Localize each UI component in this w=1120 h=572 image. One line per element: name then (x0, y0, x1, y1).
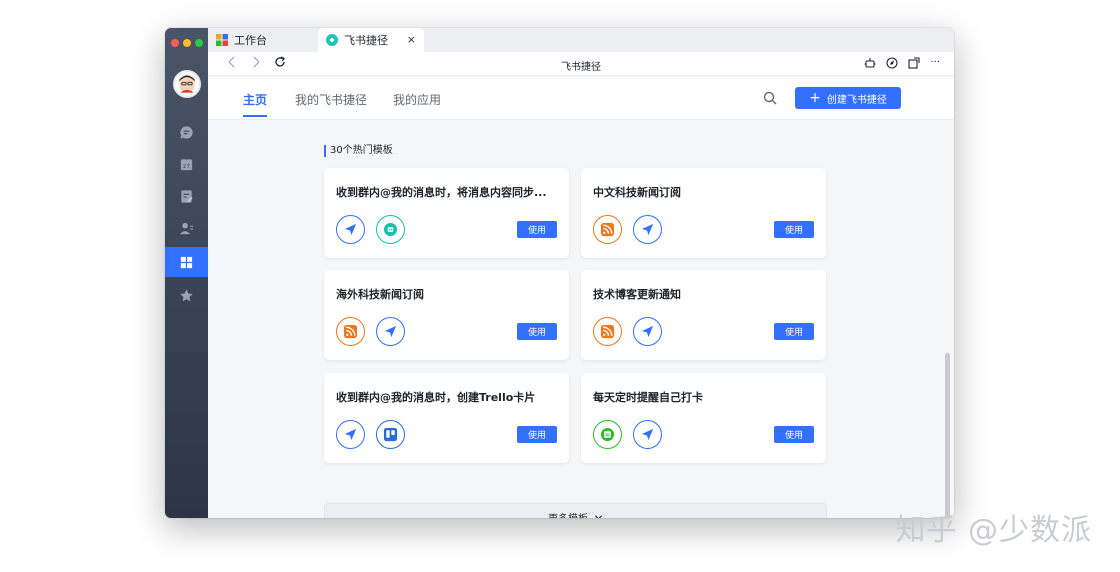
nav-bar: 飞书捷径 ··· (208, 52, 954, 76)
template-icons (593, 215, 662, 244)
robot-icon[interactable] (864, 57, 876, 69)
tab-workplace[interactable]: 工作台 (216, 28, 316, 52)
page-title: 飞书捷径 (561, 62, 601, 73)
template-title: 中文科技新闻订阅 (593, 186, 681, 199)
template-title: 收到群内@我的消息时，创建Trello卡片 (336, 391, 536, 404)
template-card[interactable]: 海外科技新闻订阅 使用 (324, 270, 569, 360)
docs-icon (181, 189, 193, 203)
avatar[interactable] (173, 70, 201, 98)
favorites-icon (180, 288, 193, 301)
send-icon (376, 317, 405, 346)
template-icons (336, 317, 405, 346)
close-tab-icon[interactable]: × (407, 33, 416, 46)
contacts-icon (179, 222, 194, 234)
template-title: 技术博客更新通知 (593, 288, 681, 301)
rss-icon (593, 317, 622, 346)
send-icon (336, 420, 365, 449)
more-icon[interactable]: ··· (930, 57, 940, 69)
calendar-icon (593, 420, 622, 449)
use-template-button[interactable]: 使用 (517, 221, 557, 238)
send-icon (336, 215, 365, 244)
avatar-face-icon (179, 75, 195, 93)
use-template-button[interactable]: 使用 (517, 323, 557, 340)
app-window: 27 工作台 飞书捷径 × 飞书捷径 ··· 主页 我的飞书捷径 我的应用 + … (165, 28, 954, 518)
sidebar-item-favorites[interactable] (165, 280, 208, 310)
chat-icon (180, 125, 193, 139)
chevron-down-icon (594, 514, 603, 518)
template-icons (336, 215, 405, 244)
workplace-icon (180, 256, 193, 268)
close-window-button[interactable] (171, 39, 179, 47)
nav-actions: ··· (864, 57, 940, 69)
main-content: 30个热门模板 收到群内@我的消息时，将消息内容同步... 使用 中文科技新闻订… (208, 121, 954, 518)
send-icon (633, 317, 662, 346)
template-card[interactable]: 中文科技新闻订阅 使用 (581, 168, 826, 258)
search-icon[interactable] (763, 91, 777, 105)
more-templates-button[interactable]: 更多模板 (324, 503, 827, 518)
use-template-button[interactable]: 使用 (517, 426, 557, 443)
template-icons (336, 420, 405, 449)
sidebar-item-workplace[interactable] (165, 247, 208, 277)
sidebar-item-docs[interactable] (165, 181, 208, 211)
tab-my-shortcuts[interactable]: 我的飞书捷径 (295, 91, 367, 108)
app-header: 主页 我的飞书捷径 我的应用 + 创建飞书捷径 (208, 77, 954, 120)
maximize-window-button[interactable] (195, 39, 203, 47)
open-window-icon[interactable] (908, 57, 921, 69)
tab-label: 工作台 (234, 34, 267, 47)
template-card[interactable]: 收到群内@我的消息时，将消息内容同步... 使用 (324, 168, 569, 258)
calendar-icon: 27 (180, 158, 193, 170)
template-title: 海外科技新闻订阅 (336, 288, 424, 301)
tab-label: 飞书捷径 (344, 34, 388, 47)
tab-bar: 工作台 飞书捷径 × (208, 28, 954, 52)
use-template-button[interactable]: 使用 (774, 323, 814, 340)
template-title: 每天定时提醒自己打卡 (593, 391, 703, 404)
template-title: 收到群内@我的消息时，将消息内容同步... (336, 186, 547, 199)
send-icon (633, 420, 662, 449)
scrollbar[interactable] (945, 353, 950, 518)
template-card[interactable]: 每天定时提醒自己打卡 使用 (581, 373, 826, 463)
sidebar-item-calendar[interactable]: 27 (165, 149, 208, 179)
sidebar: 27 (165, 28, 208, 518)
window-controls (171, 39, 203, 47)
use-template-button[interactable]: 使用 (774, 426, 814, 443)
bot-icon (376, 215, 405, 244)
template-card[interactable]: 收到群内@我的消息时，创建Trello卡片 使用 (324, 373, 569, 463)
template-card[interactable]: 技术博客更新通知 使用 (581, 270, 826, 360)
create-shortcut-label: 创建飞书捷径 (826, 94, 887, 106)
svg-text:27: 27 (183, 163, 191, 169)
section-title: 30个热门模板 (324, 145, 393, 157)
stage: 27 工作台 飞书捷径 × 飞书捷径 ··· 主页 我的飞书捷径 我的应用 + … (0, 0, 1120, 572)
plus-icon: + (809, 90, 821, 106)
template-icons (593, 317, 662, 346)
watermark: 知乎 @少数派 (895, 513, 1092, 548)
tab-my-apps[interactable]: 我的应用 (393, 91, 441, 108)
shortcut-app-icon (326, 34, 338, 46)
sidebar-item-contacts[interactable] (165, 213, 208, 243)
tab-home[interactable]: 主页 (243, 91, 268, 117)
tab-shortcuts[interactable]: 飞书捷径 × (318, 28, 424, 52)
rss-icon (336, 317, 365, 346)
sidebar-item-chat[interactable] (165, 117, 208, 147)
more-templates-label: 更多模板 (548, 510, 588, 519)
trello-icon (376, 420, 405, 449)
compass-icon[interactable] (886, 57, 899, 69)
send-icon (633, 215, 662, 244)
minimize-window-button[interactable] (183, 39, 191, 47)
rss-icon (593, 215, 622, 244)
create-shortcut-button[interactable]: + 创建飞书捷径 (795, 87, 901, 109)
grid-apps-icon (216, 34, 228, 46)
template-icons (593, 420, 662, 449)
use-template-button[interactable]: 使用 (774, 221, 814, 238)
